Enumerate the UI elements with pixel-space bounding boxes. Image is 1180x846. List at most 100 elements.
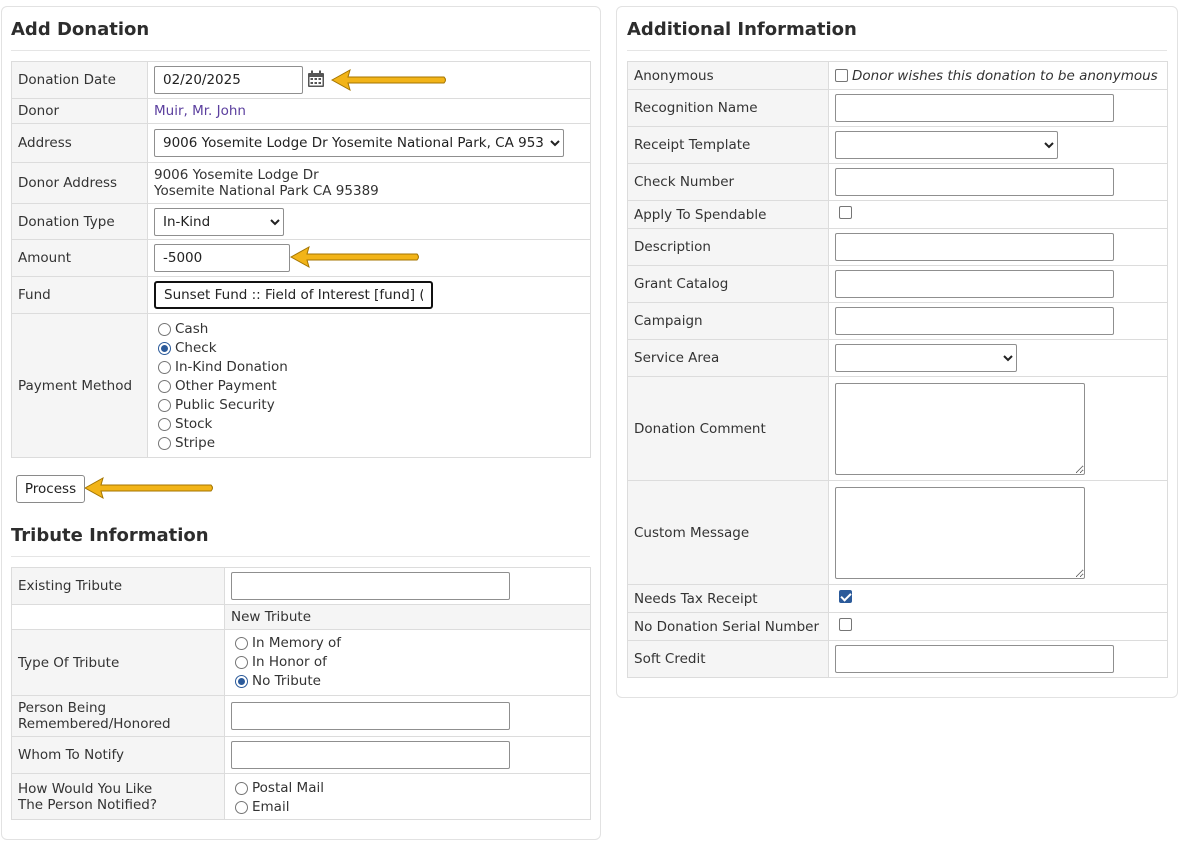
existing-tribute-input[interactable] xyxy=(231,572,510,600)
custom-message-textarea[interactable] xyxy=(835,486,1085,579)
type-of-tribute-label: Type Of Tribute xyxy=(11,629,225,696)
donation-date-label: Donation Date xyxy=(11,61,148,99)
apply-to-spendable-label: Apply To Spendable xyxy=(627,200,829,229)
tribute-option-honor[interactable]: In Honor of xyxy=(235,653,584,672)
payment-option-cash[interactable]: Cash xyxy=(158,320,584,339)
radio-button[interactable] xyxy=(158,399,171,412)
row-type-of-tribute: Type Of Tribute In Memory of In Honor of… xyxy=(11,629,591,696)
donor-address-label: Donor Address xyxy=(11,162,148,204)
donation-date-input[interactable] xyxy=(154,66,303,94)
row-notify-method: How Would You Like The Person Notified? … xyxy=(11,773,591,820)
row-fund: Fund xyxy=(11,276,591,314)
row-address: Address 9006 Yosemite Lodge Dr Yosemite … xyxy=(11,123,591,163)
fund-label: Fund xyxy=(11,276,148,314)
person-remembered-input[interactable] xyxy=(231,702,510,730)
payment-method-options: Cash Check In-Kind Donation Other Paymen… xyxy=(154,314,584,457)
arrow-annotation-date xyxy=(330,68,446,92)
payment-option-other[interactable]: Other Payment xyxy=(158,377,584,396)
tribute-option-none[interactable]: No Tribute xyxy=(235,672,584,691)
donation-comment-label: Donation Comment xyxy=(627,376,829,481)
radio-button[interactable] xyxy=(235,800,248,814)
campaign-input[interactable] xyxy=(835,307,1114,335)
row-custom-message: Custom Message xyxy=(627,480,1168,585)
row-recognition-name: Recognition Name xyxy=(627,89,1168,127)
tribute-form-table: Existing Tribute New Tribute Type Of Tri… xyxy=(11,567,591,820)
radio-button-selected[interactable] xyxy=(158,342,171,355)
service-area-label: Service Area xyxy=(627,339,829,377)
donor-link[interactable]: Muir, Mr. John xyxy=(154,103,246,119)
row-anonymous: Anonymous Donor wishes this donation to … xyxy=(627,61,1168,90)
row-grant-catalog: Grant Catalog xyxy=(627,265,1168,303)
calendar-icon[interactable] xyxy=(307,70,325,88)
row-existing-tribute: Existing Tribute xyxy=(11,567,591,605)
tribute-option-memory[interactable]: In Memory of xyxy=(235,634,584,653)
radio-button[interactable] xyxy=(158,380,171,393)
row-person-remembered: Person Being Remembered/Honored xyxy=(11,695,591,737)
service-area-select[interactable] xyxy=(835,344,1017,372)
soft-credit-label: Soft Credit xyxy=(627,640,829,678)
grant-catalog-input[interactable] xyxy=(835,270,1114,298)
donation-type-select[interactable]: In-Kind xyxy=(154,207,284,236)
check-number-label: Check Number xyxy=(627,163,829,201)
row-payment-method: Payment Method Cash Check In-Kind Donati… xyxy=(11,313,591,458)
soft-credit-input[interactable] xyxy=(835,645,1114,673)
donor-address-line2: Yosemite National Park CA 95389 xyxy=(154,183,379,199)
process-button[interactable]: Process xyxy=(16,475,85,503)
check-number-input[interactable] xyxy=(835,168,1114,196)
row-campaign: Campaign xyxy=(627,302,1168,340)
fund-input[interactable] xyxy=(154,281,433,309)
recognition-name-input[interactable] xyxy=(835,94,1114,122)
anonymous-checkbox[interactable] xyxy=(835,69,848,82)
additional-info-table: Anonymous Donor wishes this donation to … xyxy=(627,61,1168,678)
needs-tax-receipt-label: Needs Tax Receipt xyxy=(627,584,829,613)
notify-option-email[interactable]: Email xyxy=(235,798,584,817)
radio-button[interactable] xyxy=(158,361,171,374)
whom-to-notify-input[interactable] xyxy=(231,741,510,769)
tribute-title: Tribute Information xyxy=(11,525,209,546)
payment-method-label: Payment Method xyxy=(11,313,148,458)
radio-button-selected[interactable] xyxy=(235,675,248,688)
receipt-template-select[interactable] xyxy=(835,131,1058,159)
row-whom-to-notify: Whom To Notify xyxy=(11,736,591,774)
row-donor-address: Donor Address 9006 Yosemite Lodge Dr Yos… xyxy=(11,162,591,204)
title-divider xyxy=(11,50,590,51)
address-label: Address xyxy=(11,123,148,163)
needs-tax-receipt-checkbox[interactable] xyxy=(839,590,852,603)
radio-button[interactable] xyxy=(158,437,171,450)
payment-option-check[interactable]: Check xyxy=(158,339,584,358)
payment-option-in-kind[interactable]: In-Kind Donation xyxy=(158,358,584,377)
address-select[interactable]: 9006 Yosemite Lodge Dr Yosemite National… xyxy=(154,129,564,157)
row-donor: Donor Muir, Mr. John xyxy=(11,98,591,124)
row-donation-comment: Donation Comment xyxy=(627,376,1168,481)
donation-comment-textarea[interactable] xyxy=(835,382,1085,475)
notify-method-label: How Would You Like The Person Notified? xyxy=(11,773,225,820)
description-label: Description xyxy=(627,228,829,266)
row-donation-date: Donation Date xyxy=(11,61,591,99)
campaign-label: Campaign xyxy=(627,302,829,340)
radio-button[interactable] xyxy=(235,781,248,795)
radio-button[interactable] xyxy=(235,656,248,669)
radio-button[interactable] xyxy=(158,418,171,431)
notify-option-postal[interactable]: Postal Mail xyxy=(235,779,584,798)
existing-tribute-label: Existing Tribute xyxy=(11,567,225,605)
row-description: Description xyxy=(627,228,1168,266)
radio-button[interactable] xyxy=(158,323,171,336)
anonymous-checkbox-text: Donor wishes this donation to be anonymo… xyxy=(852,67,1158,84)
arrow-annotation-amount xyxy=(289,245,419,269)
payment-option-stripe[interactable]: Stripe xyxy=(158,434,584,453)
donation-type-label: Donation Type xyxy=(11,203,148,240)
tribute-type-options: In Memory of In Honor of No Tribute xyxy=(231,630,584,695)
person-remembered-label: Person Being Remembered/Honored xyxy=(11,695,225,737)
row-soft-credit: Soft Credit xyxy=(627,640,1168,678)
payment-option-stock[interactable]: Stock xyxy=(158,415,584,434)
payment-option-public-security[interactable]: Public Security xyxy=(158,396,584,415)
no-donation-serial-checkbox[interactable] xyxy=(839,618,852,631)
notify-method-options: Postal Mail Email xyxy=(231,777,584,817)
amount-input[interactable] xyxy=(154,244,290,272)
apply-to-spendable-checkbox[interactable] xyxy=(839,206,852,219)
radio-button[interactable] xyxy=(235,637,248,650)
title-divider xyxy=(627,50,1167,51)
description-input[interactable] xyxy=(835,233,1114,261)
row-receipt-template: Receipt Template xyxy=(627,126,1168,164)
grant-catalog-label: Grant Catalog xyxy=(627,265,829,303)
